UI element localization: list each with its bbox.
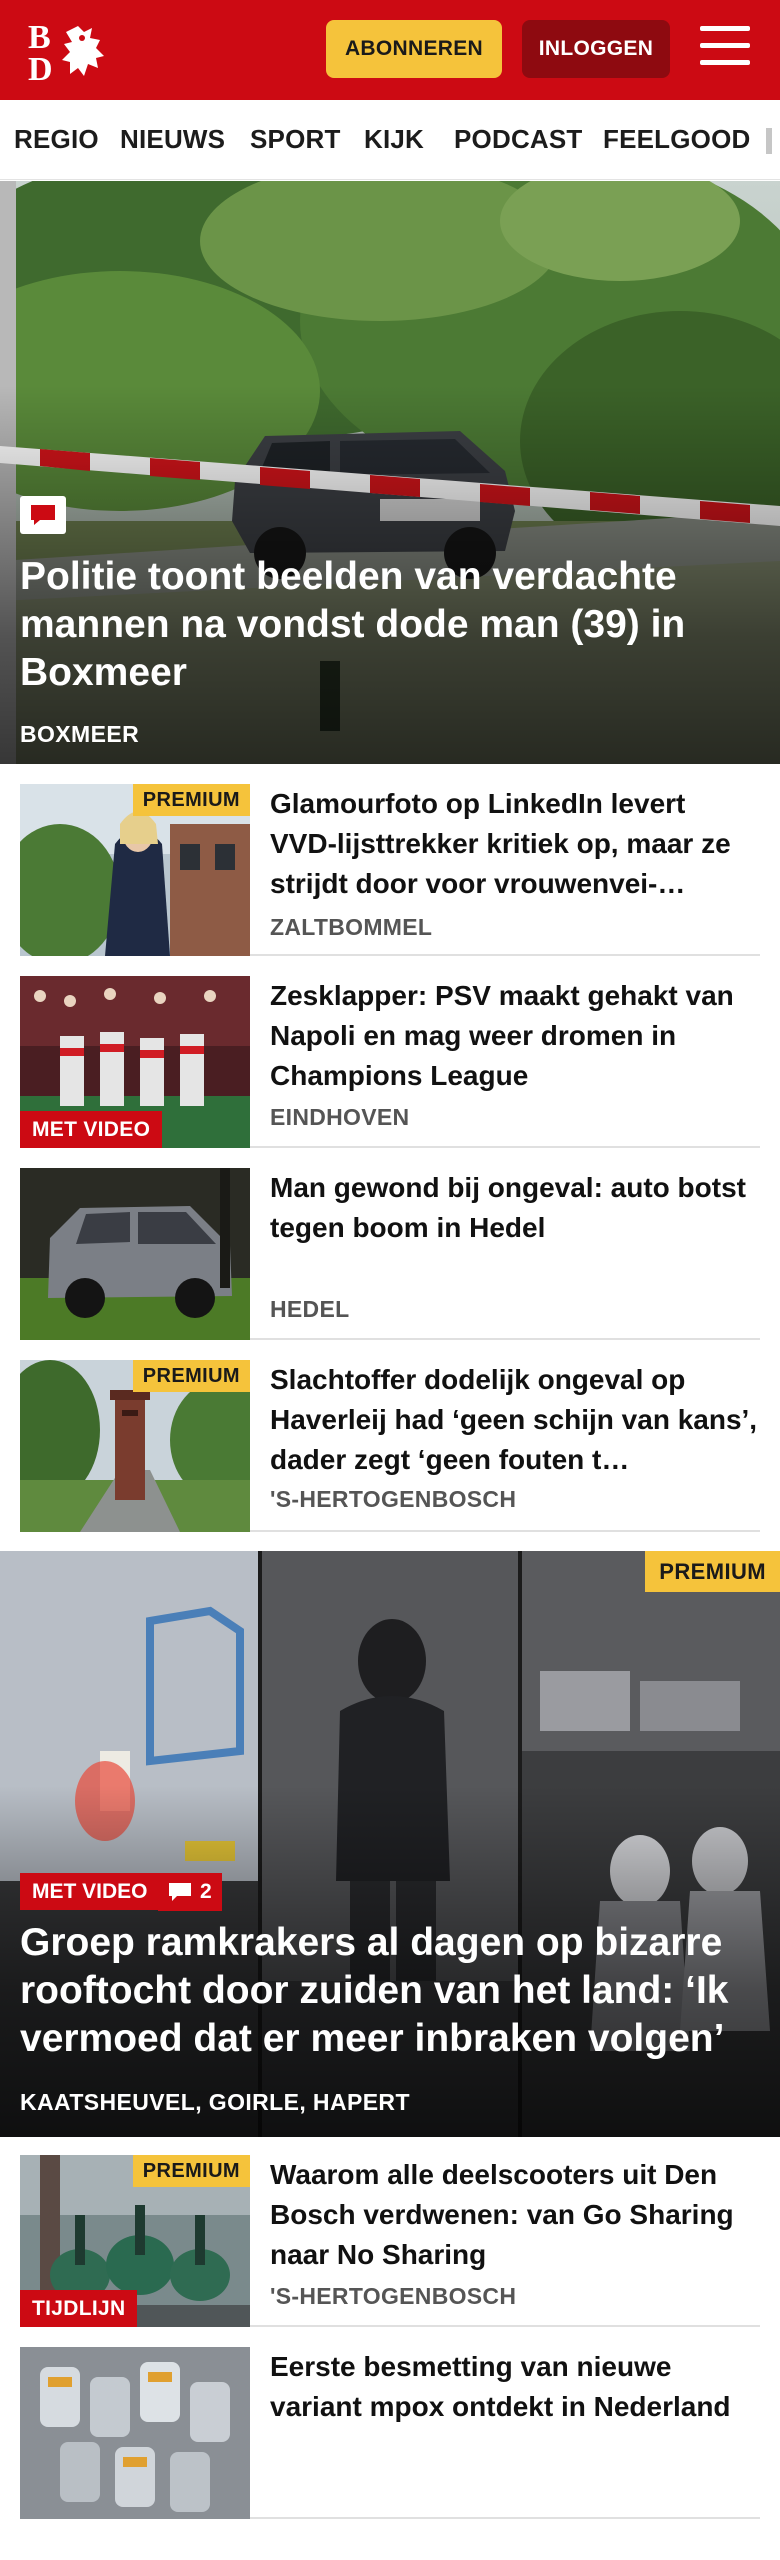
premium-badge: PREMIUM [132, 2155, 250, 2187]
site-header: B D ABONNEREN INLOGGEN [0, 0, 780, 100]
list-item[interactable]: MET VIDEO Zesklapper: PSV maakt gehakt v… [20, 976, 760, 1148]
article-thumbnail [20, 2347, 250, 2519]
nav-item-nieuws[interactable]: NIEUWS [120, 124, 225, 155]
comment-icon [20, 496, 66, 534]
article-headline[interactable]: Man gewond bij ongeval: auto botst tegen… [270, 1168, 760, 1248]
article-thumbnail [20, 1168, 250, 1340]
nav-item-regio[interactable]: REGIO [14, 124, 99, 155]
nav-item-kijk[interactable]: KIJK [364, 124, 424, 155]
premium-badge: PREMIUM [132, 784, 250, 816]
svg-text:D: D [28, 51, 53, 84]
video-tag: MET VIDEO [20, 1111, 163, 1148]
list-item[interactable]: PREMIUM Glamourfoto op LinkedIn levert V… [20, 784, 760, 956]
premium-badge: PREMIUM [132, 1360, 250, 1392]
timeline-tag: TIJDLIJN [20, 2290, 138, 2327]
hamburger-icon[interactable] [700, 26, 752, 72]
hero-headline[interactable]: Politie toont beelden van verdachte mann… [20, 553, 760, 697]
bd-logo[interactable]: B D [26, 18, 118, 88]
section-nav: REGIO NIEUWS SPORT KIJK PODCAST FEELGOOD [0, 100, 780, 180]
premium-badge: PREMIUM [645, 1551, 780, 1592]
article-location: ZALTBOMMEL [270, 914, 433, 940]
article-headline[interactable]: Slachtoffer dodelijk ongeval op Haverlei… [270, 1360, 760, 1480]
article-thumbnail: PREMIUM [20, 784, 250, 956]
list-item[interactable]: PREMIUM TIJDLIJN Waarom alle deelscooter… [20, 2155, 760, 2327]
list-item[interactable]: Man gewond bij ongeval: auto botst tegen… [20, 1168, 760, 1340]
subscribe-button[interactable]: ABONNEREN [326, 20, 502, 78]
hero-location: BOXMEER [20, 721, 140, 747]
nav-item-sport[interactable]: SPORT [250, 124, 341, 155]
feature-article[interactable]: PREMIUM MET VIDEO 2 Groep ramkrakers al … [0, 1551, 780, 2137]
video-tag: MET VIDEO [20, 1873, 160, 1910]
nav-item-feelgood[interactable]: FEELGOOD [603, 124, 751, 155]
article-location: 'S-HERTOGENBOSCH [270, 2283, 517, 2309]
feature-location: KAATSHEUVEL, GOIRLE, HAPERT [20, 2089, 410, 2115]
article-location: EINDHOVEN [270, 1104, 410, 1130]
nav-item-podcast[interactable]: PODCAST [454, 124, 583, 155]
article-headline[interactable]: Eerste besmetting van nieuwe variant mpo… [270, 2347, 760, 2427]
article-thumbnail: PREMIUM [20, 1360, 250, 1532]
list-item[interactable]: PREMIUM Slachtoffer dodelijk ongeval op … [20, 1360, 760, 1532]
comment-count: 2 [200, 1880, 212, 1903]
article-location: HEDEL [270, 1296, 350, 1322]
nav-overflow-indicator [766, 128, 772, 154]
article-headline[interactable]: Waarom alle deelscooters uit Den Bosch v… [270, 2155, 760, 2275]
comment-icon [169, 1883, 191, 1901]
article-headline[interactable]: Zesklapper: PSV maakt gehakt van Napoli … [270, 976, 760, 1096]
hero-article[interactable]: Politie toont beelden van verdachte mann… [0, 181, 780, 764]
login-button[interactable]: INLOGGEN [522, 20, 670, 78]
list-item[interactable]: Eerste besmetting van nieuwe variant mpo… [20, 2347, 760, 2519]
article-thumbnail: MET VIDEO [20, 976, 250, 1148]
feature-headline[interactable]: Groep ramkrakers al dagen op bizarre roo… [20, 1919, 765, 2063]
article-location: 'S-HERTOGENBOSCH [270, 1486, 517, 1512]
article-headline[interactable]: Glamourfoto op LinkedIn levert VVD-lijst… [270, 784, 760, 904]
article-thumbnail: PREMIUM TIJDLIJN [20, 2155, 250, 2327]
comment-count-badge[interactable]: 2 [158, 1873, 222, 1911]
